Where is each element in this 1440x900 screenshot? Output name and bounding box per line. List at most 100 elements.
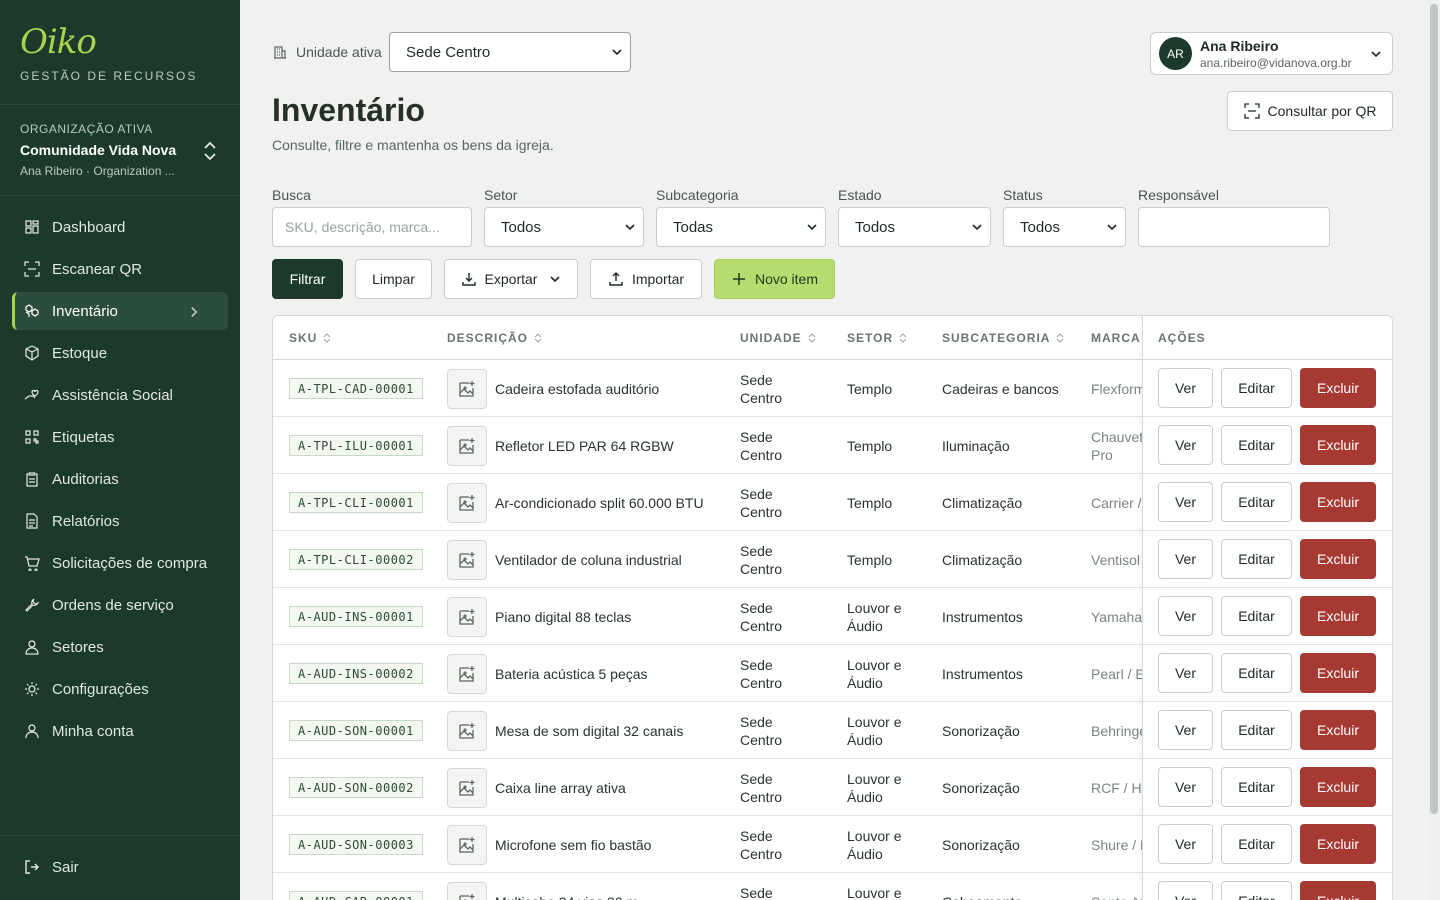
image-placeholder-icon <box>459 609 475 625</box>
edit-button[interactable]: Editar <box>1221 482 1292 522</box>
edit-button[interactable]: Editar <box>1221 767 1292 807</box>
page-scrollbar[interactable] <box>1428 0 1440 900</box>
column-header-descricao[interactable]: DESCRIÇÃO <box>447 316 542 359</box>
delete-button[interactable]: Excluir <box>1300 482 1376 522</box>
sidebar-item-relatorios[interactable]: Relatórios <box>12 502 228 540</box>
view-button[interactable]: Ver <box>1158 653 1213 693</box>
edit-button[interactable]: Editar <box>1221 653 1292 693</box>
sidebar-item-label: Ordens de serviço <box>52 596 174 614</box>
logout-label: Sair <box>52 858 79 876</box>
delete-button[interactable]: Excluir <box>1300 710 1376 750</box>
view-button[interactable]: Ver <box>1158 539 1213 579</box>
sidebar-item-dashboard[interactable]: Dashboard <box>12 208 228 246</box>
item-sector: Templo <box>847 381 893 397</box>
delete-button[interactable]: Excluir <box>1300 881 1376 900</box>
view-button[interactable]: Ver <box>1158 767 1213 807</box>
sku-badge: A-AUD-SON-00001 <box>289 720 423 741</box>
view-button[interactable]: Ver <box>1158 425 1213 465</box>
item-sector: Louvor eÁudio <box>847 771 902 805</box>
item-subcategory: Sonorização <box>942 780 1020 796</box>
sidebar-item-assistencia-social[interactable]: Assistência Social <box>12 376 228 414</box>
sidebar-item-etiquetas[interactable]: Etiquetas <box>12 418 228 456</box>
sku-badge: A-AUD-SON-00003 <box>289 834 423 855</box>
item-thumbnail <box>447 825 487 865</box>
column-header-sku[interactable]: SKU <box>289 316 331 359</box>
view-button[interactable]: Ver <box>1158 596 1213 636</box>
view-button[interactable]: Ver <box>1158 710 1213 750</box>
sidebar-item-ordens-de-servico[interactable]: Ordens de serviço <box>12 586 228 624</box>
clear-button[interactable]: Limpar <box>355 259 432 299</box>
dashboard-icon <box>25 220 39 234</box>
sidebar-item-setores[interactable]: Setores <box>12 628 228 666</box>
delete-button[interactable]: Excluir <box>1300 539 1376 579</box>
status-select-value: Todos <box>1020 218 1061 236</box>
export-button[interactable]: Exportar <box>444 259 578 299</box>
user-menu[interactable]: AR Ana Ribeiro ana.ribeiro@vidanova.org.… <box>1150 32 1393 75</box>
row-actions: Ver Editar Excluir <box>1143 873 1392 900</box>
unit-select[interactable]: Sede Centro <box>389 32 631 72</box>
sidebar-item-configuracoes[interactable]: Configurações <box>12 670 228 708</box>
actions-column: AÇÕES Ver Editar Excluir Ver Editar Excluir Ve… <box>1142 316 1392 900</box>
sidebar-item-minha-conta[interactable]: Minha conta <box>12 712 228 750</box>
edit-button[interactable]: Editar <box>1221 710 1292 750</box>
import-button[interactable]: Importar <box>590 259 702 299</box>
column-header-unidade[interactable]: UNIDADE <box>740 316 816 359</box>
report-icon <box>26 513 38 529</box>
view-button[interactable]: Ver <box>1158 482 1213 522</box>
item-thumbnail <box>447 768 487 808</box>
delete-button[interactable]: Excluir <box>1300 425 1376 465</box>
scrollbar-thumb[interactable] <box>1430 4 1438 814</box>
view-button[interactable]: Ver <box>1158 824 1213 864</box>
import-label: Importar <box>631 271 685 287</box>
delete-button[interactable]: Excluir <box>1300 824 1376 864</box>
new-item-button[interactable]: Novo item <box>714 259 835 299</box>
consult-qr-button[interactable]: Consultar por QR <box>1227 91 1393 131</box>
delete-button[interactable]: Excluir <box>1300 596 1376 636</box>
edit-button[interactable]: Editar <box>1221 881 1292 900</box>
column-header-acoes: AÇÕES <box>1158 330 1206 345</box>
delete-button[interactable]: Excluir <box>1300 368 1376 408</box>
item-description: Mesa de som digital 32 canais <box>495 723 684 739</box>
edit-button[interactable]: Editar <box>1221 824 1292 864</box>
sort-icon <box>808 332 816 343</box>
edit-button[interactable]: Editar <box>1221 425 1292 465</box>
logout-button[interactable]: Sair <box>12 848 228 886</box>
item-unit: SedeCentro <box>740 714 783 748</box>
image-placeholder-icon <box>459 381 475 397</box>
column-header-setor[interactable]: SETOR <box>847 316 907 359</box>
sidebar-item-escanear-qr[interactable]: Escanear QR <box>12 250 228 288</box>
estado-select[interactable]: Todos <box>838 207 991 247</box>
brand-logo[interactable]: Oiko <box>20 22 97 62</box>
column-header-marca[interactable]: MARCA <box>1091 316 1141 359</box>
sidebar-item-auditorias[interactable]: Auditorias <box>12 460 228 498</box>
sort-icon <box>899 332 907 343</box>
sidebar-item-solicitacoes-de-compra[interactable]: Solicitações de compra <box>12 544 228 582</box>
sku-badge: A-TPL-ILU-00001 <box>289 435 423 456</box>
sidebar-item-estoque[interactable]: Estoque <box>12 334 228 372</box>
row-actions: VerEditarExcluir <box>1143 588 1392 645</box>
delete-button[interactable]: Excluir <box>1300 767 1376 807</box>
item-brand: Carrier / <box>1091 495 1142 511</box>
setor-select[interactable]: Todos <box>484 207 644 247</box>
user-email: ana.ribeiro@vidanova.org.br <box>1200 56 1352 70</box>
chevron-right-icon <box>191 306 198 318</box>
hand-heart-icon <box>24 389 39 400</box>
view-button[interactable]: Ver <box>1158 368 1213 408</box>
responsavel-input[interactable] <box>1138 207 1330 247</box>
column-header-subcategoria[interactable]: SUBCATEGORIA <box>942 316 1064 359</box>
status-select[interactable]: Todos <box>1003 207 1126 247</box>
view-button[interactable]: Ver <box>1158 881 1213 900</box>
user-name: Ana Ribeiro <box>1200 38 1279 54</box>
delete-button[interactable]: Excluir <box>1300 653 1376 693</box>
sidebar-item-inventario[interactable]: Inventário <box>12 292 228 330</box>
item-subcategory: Iluminação <box>942 438 1010 454</box>
edit-button[interactable]: Editar <box>1221 596 1292 636</box>
edit-button[interactable]: Editar <box>1221 368 1292 408</box>
search-input[interactable]: SKU, descrição, marca... <box>272 207 472 247</box>
subcategoria-select[interactable]: Todas <box>656 207 826 247</box>
filter-button[interactable]: Filtrar <box>272 259 343 299</box>
sidebar-item-label: Escanear QR <box>52 260 143 278</box>
item-thumbnail <box>447 369 487 409</box>
org-switch-icon[interactable] <box>200 140 220 162</box>
edit-button[interactable]: Editar <box>1221 539 1292 579</box>
